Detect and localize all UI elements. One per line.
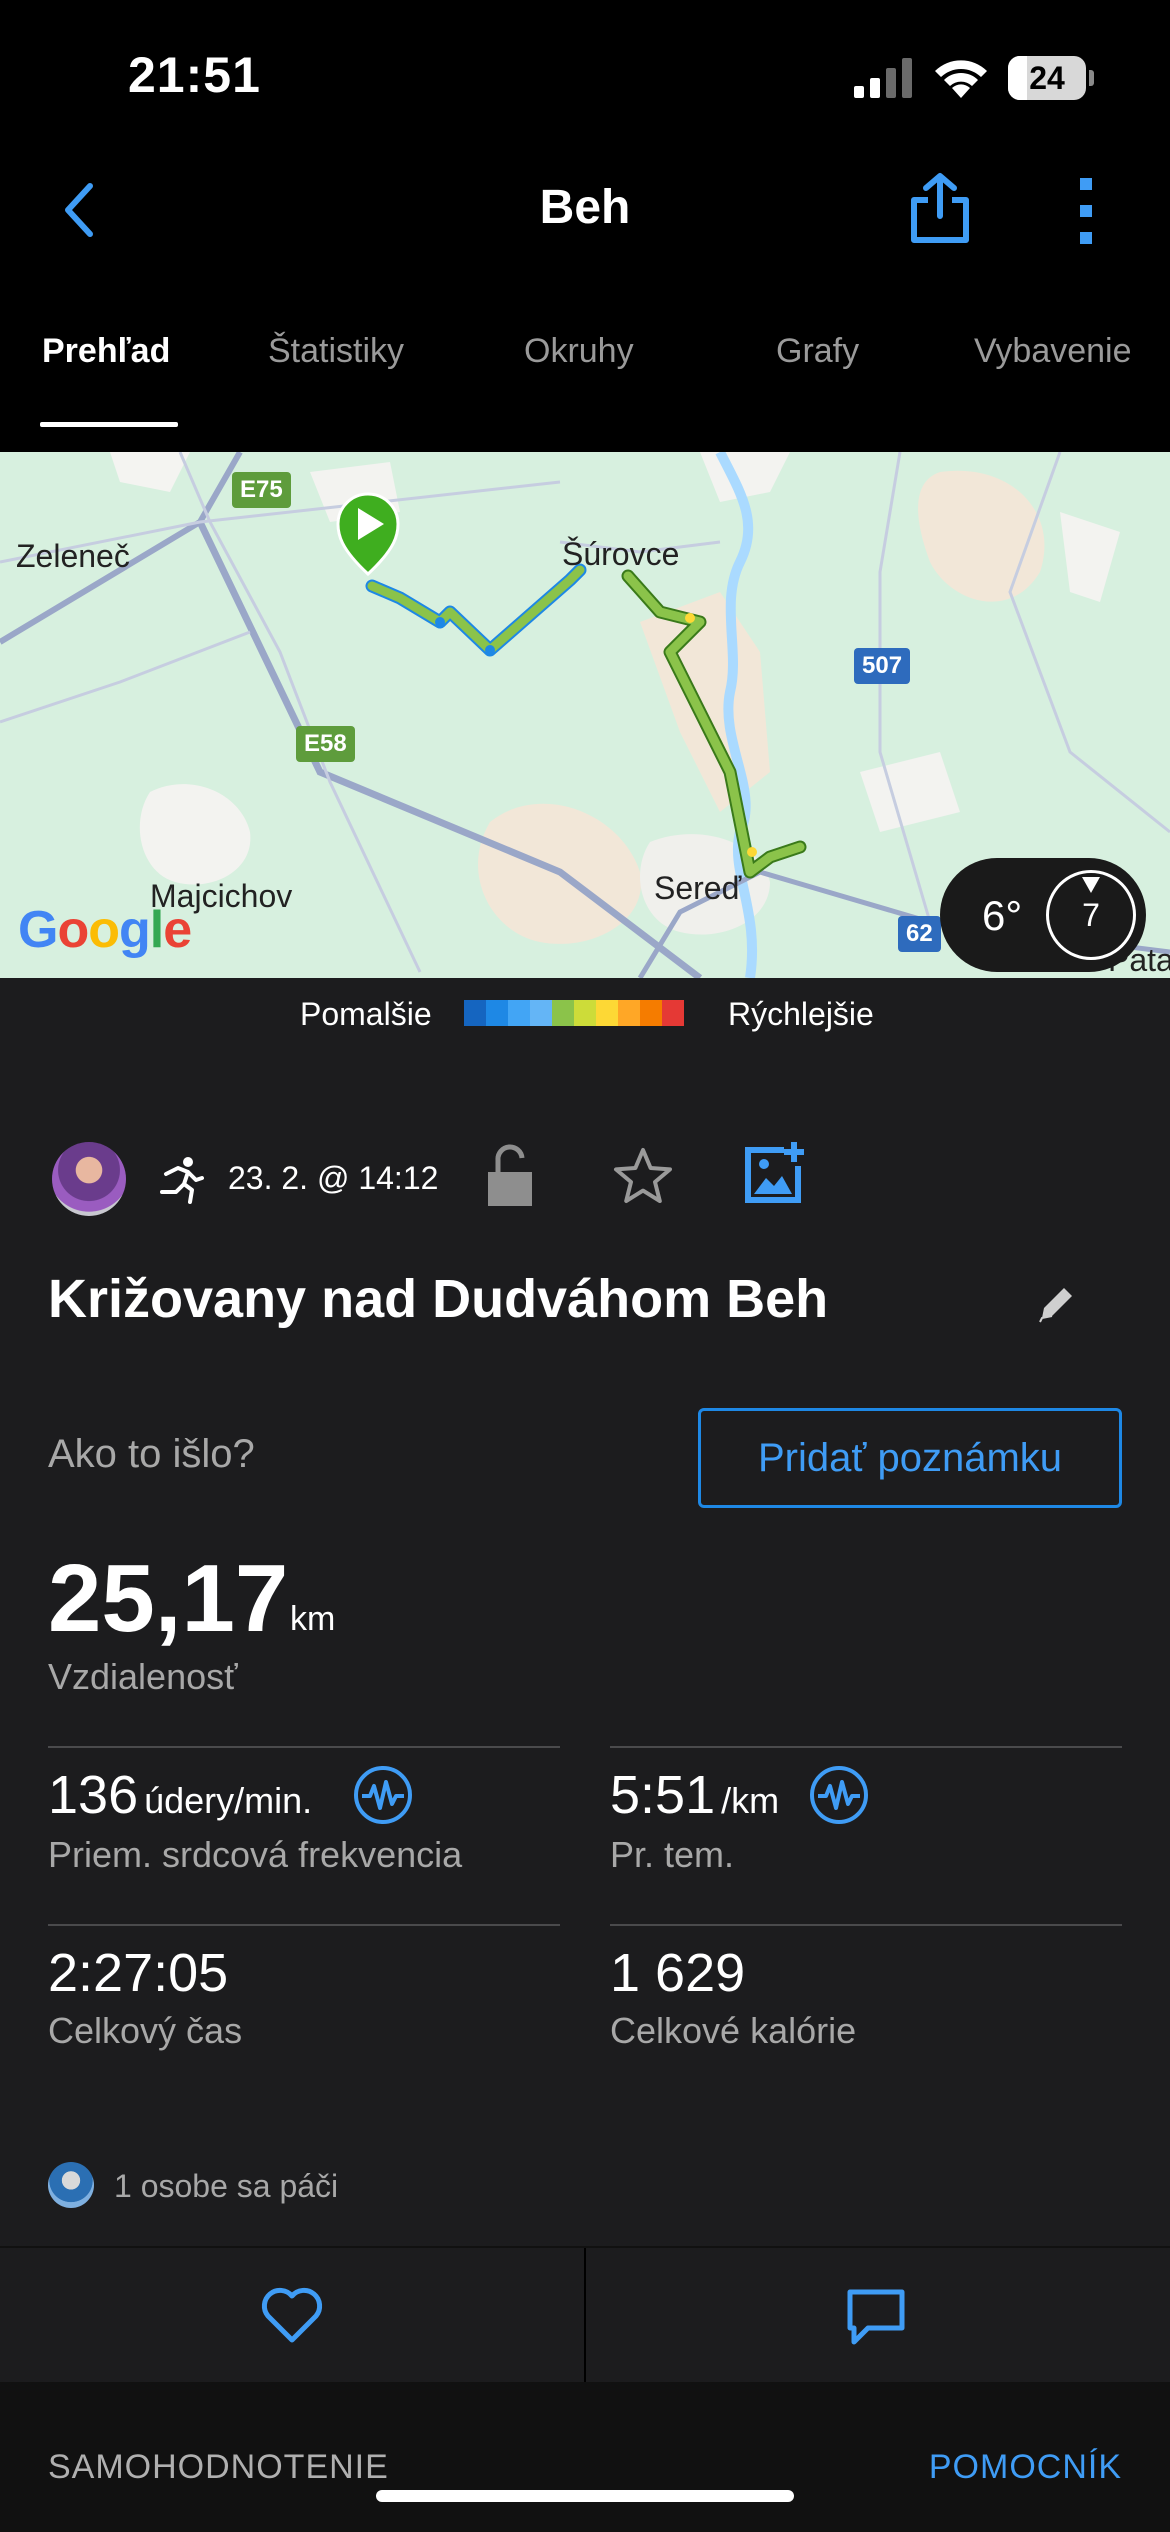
tab-grafy[interactable]: Grafy	[776, 332, 859, 371]
legend-color-swatch	[508, 1000, 530, 1026]
self-evaluation-link[interactable]: SAMOHODNOTENIE	[48, 2448, 389, 2487]
running-icon	[160, 1157, 204, 1204]
legend-slow-label: Pomalšie	[300, 996, 432, 1032]
activity-title: Križovany nad Dudváhom Beh	[48, 1269, 829, 1329]
status-bar: 21:51 24	[0, 0, 1170, 150]
place-label: Šúrovce	[562, 536, 680, 572]
weather-temp: 6°	[982, 892, 1023, 939]
pace-legend: Pomalšie Rýchlejšie	[0, 978, 1170, 1048]
home-indicator[interactable]	[376, 2490, 794, 2502]
signal-icon	[854, 58, 912, 98]
wind-icon: 7	[1046, 870, 1136, 960]
legend-color-swatch	[618, 1000, 640, 1026]
comment-icon	[847, 2289, 905, 2345]
wifi-icon	[935, 60, 987, 98]
distance-label: Vzdialenosť	[48, 1656, 238, 1697]
privacy-unlock-icon[interactable]	[484, 1144, 536, 1208]
tab-okruhy[interactable]: Okruhy	[524, 332, 634, 371]
legend-color-swatch	[530, 1000, 552, 1026]
divider	[610, 1924, 1122, 1926]
legend-fast-label: Rýchlejšie	[728, 996, 874, 1032]
legend-color-swatch	[596, 1000, 618, 1026]
heart-icon	[261, 2287, 323, 2343]
activity-meta-row: 23. 2. @ 14:12	[0, 1136, 1170, 1226]
start-marker	[336, 492, 400, 577]
activity-card: 23. 2. @ 14:12 Križovany nad Dudváhom Be…	[0, 1048, 1170, 2246]
weather-badge: 6° 7	[940, 858, 1146, 972]
heart-rate-icon[interactable]	[352, 1764, 414, 1826]
page-title: Beh	[539, 181, 631, 234]
avg-pace-label: Pr. tem.	[610, 1834, 735, 1875]
place-label: Sereď	[654, 870, 742, 906]
footer-bar: SAMOHODNOTENIE POMOCNÍK	[0, 2382, 1170, 2532]
nav-header: Beh	[0, 150, 1170, 270]
avg-pace-unit: /km	[721, 1780, 780, 1821]
distance-unit: km	[290, 1600, 336, 1638]
road-badge: 62	[898, 916, 941, 952]
likes-text: 1 osobe sa páči	[114, 2168, 339, 2204]
activity-date: 23. 2. @ 14:12	[228, 1160, 439, 1196]
pace-chart-icon[interactable]	[808, 1764, 870, 1826]
avg-heart-rate-unit: údery/min.	[144, 1780, 313, 1821]
road-badge: 507	[854, 648, 911, 684]
avatar[interactable]	[52, 1142, 126, 1216]
tab-bar: Prehľad Štatistiky Okruhy Grafy Vybaveni…	[0, 300, 1170, 430]
edit-pencil-icon[interactable]	[1034, 1280, 1080, 1326]
legend-color-swatch	[574, 1000, 596, 1026]
assistant-link[interactable]: POMOCNÍK	[929, 2448, 1122, 2487]
battery-percent: 24	[1029, 60, 1065, 96]
social-action-bar	[0, 2246, 1170, 2382]
legend-color-swatch	[662, 1000, 684, 1026]
legend-color-bar	[464, 1000, 684, 1026]
share-icon[interactable]	[908, 172, 972, 244]
how-did-it-go-label: Ako to išlo?	[48, 1432, 255, 1476]
divider	[610, 1746, 1122, 1748]
road-badge: E75	[232, 472, 291, 508]
favorite-star-icon[interactable]	[612, 1146, 674, 1206]
distance-value: 25,17	[48, 1545, 289, 1652]
divider	[48, 1924, 560, 1926]
legend-color-swatch	[552, 1000, 574, 1026]
wind-speed: 7	[1082, 897, 1100, 933]
tab-vybavenie[interactable]: Vybavenie	[974, 332, 1132, 371]
legend-color-swatch	[464, 1000, 486, 1026]
divider	[48, 1746, 560, 1748]
google-logo: Google	[18, 901, 192, 959]
road-badge: E58	[296, 726, 355, 762]
route-map[interactable]: Zeleneč Šúrovce Majcichov Sereď Pata E75…	[0, 452, 1170, 978]
total-calories-label: Celkové kalórie	[610, 2010, 857, 2051]
status-time: 21:51	[128, 47, 261, 103]
total-calories-value: 1 629	[610, 1943, 746, 2003]
total-time-value: 2:27:05	[48, 1943, 229, 2003]
comment-button[interactable]	[586, 2248, 1170, 2382]
add-photo-icon[interactable]	[744, 1140, 810, 1204]
legend-color-swatch	[486, 1000, 508, 1026]
more-vertical-icon[interactable]	[1066, 176, 1106, 246]
place-label: Zeleneč	[16, 538, 130, 574]
like-button[interactable]	[0, 2248, 584, 2382]
avg-heart-rate-value: 136 údery/min.	[48, 1765, 313, 1825]
avg-heart-rate-label: Priem. srdcová frekvencia	[48, 1834, 463, 1875]
tab-statistiky[interactable]: Štatistiky	[268, 332, 404, 371]
liker-avatar	[48, 2162, 94, 2208]
avg-pace-value: 5:51/km	[610, 1765, 780, 1825]
battery-icon: 24	[1008, 56, 1094, 100]
add-note-button[interactable]: Pridať poznámku	[698, 1408, 1122, 1508]
tab-prehlad[interactable]: Prehľad	[42, 332, 170, 371]
total-time-label: Celkový čas	[48, 2010, 243, 2051]
tab-active-indicator	[40, 422, 178, 427]
legend-color-swatch	[640, 1000, 662, 1026]
